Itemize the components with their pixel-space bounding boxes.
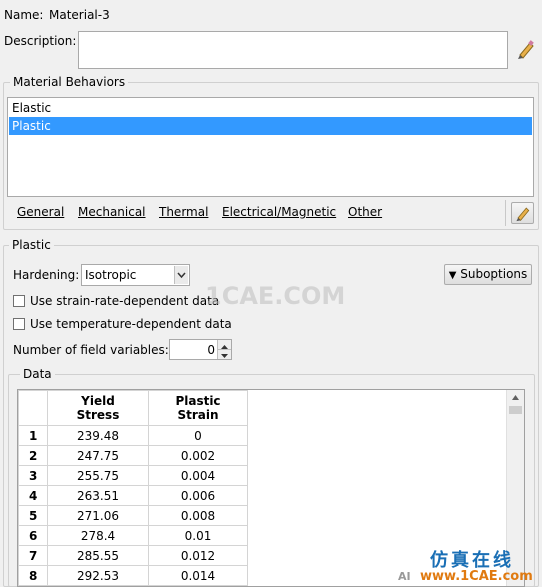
list-item[interactable]: Plastic xyxy=(9,117,532,135)
data-title: Data xyxy=(20,367,55,381)
name-value: Material-3 xyxy=(49,8,110,22)
field-vars-value: 0 xyxy=(207,343,215,357)
table-row[interactable]: 5 271.06 0.008 xyxy=(18,505,248,526)
yield-stress-cell[interactable]: 271.06 xyxy=(47,505,149,526)
yield-stress-cell[interactable]: 292.53 xyxy=(47,565,149,586)
menu-general-label: General xyxy=(17,205,65,219)
header-line: Strain xyxy=(177,408,219,422)
separator xyxy=(505,200,506,226)
plastic-strain-cell[interactable]: 0.01 xyxy=(148,525,248,546)
triangle-down-icon: ▼ xyxy=(448,270,457,281)
menu-thermal[interactable]: Thermal xyxy=(159,205,208,219)
plastic-title: Plastic xyxy=(9,238,54,252)
row-number: 6 xyxy=(18,525,48,546)
suboptions-button[interactable]: ▼ Suboptions xyxy=(444,264,532,285)
row-number: 1 xyxy=(18,425,48,446)
row-number: 2 xyxy=(18,445,48,466)
yield-stress-cell[interactable]: 239.48 xyxy=(47,425,149,446)
hardening-select[interactable]: Isotropic xyxy=(81,264,190,286)
description-field[interactable] xyxy=(78,31,508,69)
table-row[interactable]: 1 239.48 0 xyxy=(18,425,248,446)
header-line: Stress xyxy=(76,408,120,422)
table-row[interactable]: 7 285.55 0.012 xyxy=(18,545,248,566)
table-row[interactable]: 4 263.51 0.006 xyxy=(18,485,248,506)
field-vars-spinner[interactable]: 0 xyxy=(169,339,232,360)
plastic-strain-cell[interactable]: 0.002 xyxy=(148,445,248,466)
yield-stress-cell[interactable]: 263.51 xyxy=(47,485,149,506)
header-line: Plastic xyxy=(175,394,221,408)
table-row[interactable]: 8 292.53 0.014 xyxy=(18,565,248,586)
plastic-strain-cell[interactable]: 0.004 xyxy=(148,465,248,486)
strain-rate-label: Use strain-rate-dependent data xyxy=(30,294,220,308)
table-row[interactable]: 6 278.4 0.01 xyxy=(18,525,248,546)
scroll-up-icon[interactable] xyxy=(507,390,524,405)
yield-stress-cell[interactable]: 247.75 xyxy=(47,445,149,466)
row-number: 4 xyxy=(18,485,48,506)
list-item[interactable]: Elastic xyxy=(9,99,532,117)
hardening-label: Hardening: xyxy=(13,268,80,282)
col-header-plastic-strain[interactable]: Plastic Strain xyxy=(148,390,248,426)
watermark-center: 1CAE.COM xyxy=(205,282,346,310)
yield-stress-cell[interactable]: 285.55 xyxy=(47,545,149,566)
description-label: Description: xyxy=(4,34,77,48)
menu-mechanical-label: Mechanical xyxy=(78,205,146,219)
behaviors-list[interactable]: Elastic Plastic xyxy=(7,97,534,197)
watermark-corner-url: www.1CAE.com xyxy=(420,569,533,584)
spin-up-icon[interactable] xyxy=(217,340,231,350)
suboptions-label: Suboptions xyxy=(460,267,528,281)
row-number: 7 xyxy=(18,545,48,566)
name-label: Name: xyxy=(4,8,44,22)
row-number: 3 xyxy=(18,465,48,486)
plastic-strain-cell[interactable]: 0 xyxy=(148,425,248,446)
watermark-corner-small: AI xyxy=(398,570,411,583)
menu-mechanical[interactable]: Mechanical xyxy=(78,205,146,219)
menu-electrical-magnetic-label: Electrical/Magnetic xyxy=(222,205,337,219)
temperature-label: Use temperature-dependent data xyxy=(30,317,232,331)
table-row[interactable]: 2 247.75 0.002 xyxy=(18,445,248,466)
menu-other[interactable]: Other xyxy=(348,205,382,219)
scroll-thumb[interactable] xyxy=(509,406,522,414)
material-behaviors-title: Material Behaviors xyxy=(10,75,129,89)
row-header-corner xyxy=(18,390,48,426)
row-number: 5 xyxy=(18,505,48,526)
chevron-down-icon xyxy=(174,266,188,284)
header-line: Yield xyxy=(81,394,115,408)
yield-stress-cell[interactable]: 255.75 xyxy=(47,465,149,486)
field-vars-label: Number of field variables: xyxy=(13,343,169,357)
edit-behavior-button[interactable] xyxy=(511,202,534,224)
menu-other-label: Other xyxy=(348,205,383,219)
plastic-strain-cell[interactable]: 0.008 xyxy=(148,505,248,526)
spin-down-icon[interactable] xyxy=(217,350,231,359)
edit-pencil-icon[interactable] xyxy=(515,38,537,60)
temperature-checkbox[interactable] xyxy=(13,318,25,330)
menu-thermal-label: Thermal xyxy=(159,205,209,219)
menu-general[interactable]: General xyxy=(17,205,64,219)
plastic-strain-cell[interactable]: 0.012 xyxy=(148,545,248,566)
plastic-strain-cell[interactable]: 0.006 xyxy=(148,485,248,506)
plastic-strain-cell[interactable]: 0.014 xyxy=(148,565,248,586)
yield-stress-cell[interactable]: 278.4 xyxy=(47,525,149,546)
hardening-value: Isotropic xyxy=(85,268,137,282)
menu-electrical-magnetic[interactable]: Electrical/Magnetic xyxy=(222,205,336,219)
pencil-icon xyxy=(515,207,529,222)
col-header-yield-stress[interactable]: Yield Stress xyxy=(47,390,149,426)
row-number: 8 xyxy=(18,565,48,586)
table-row[interactable]: 3 255.75 0.004 xyxy=(18,465,248,486)
strain-rate-checkbox[interactable] xyxy=(13,295,25,307)
